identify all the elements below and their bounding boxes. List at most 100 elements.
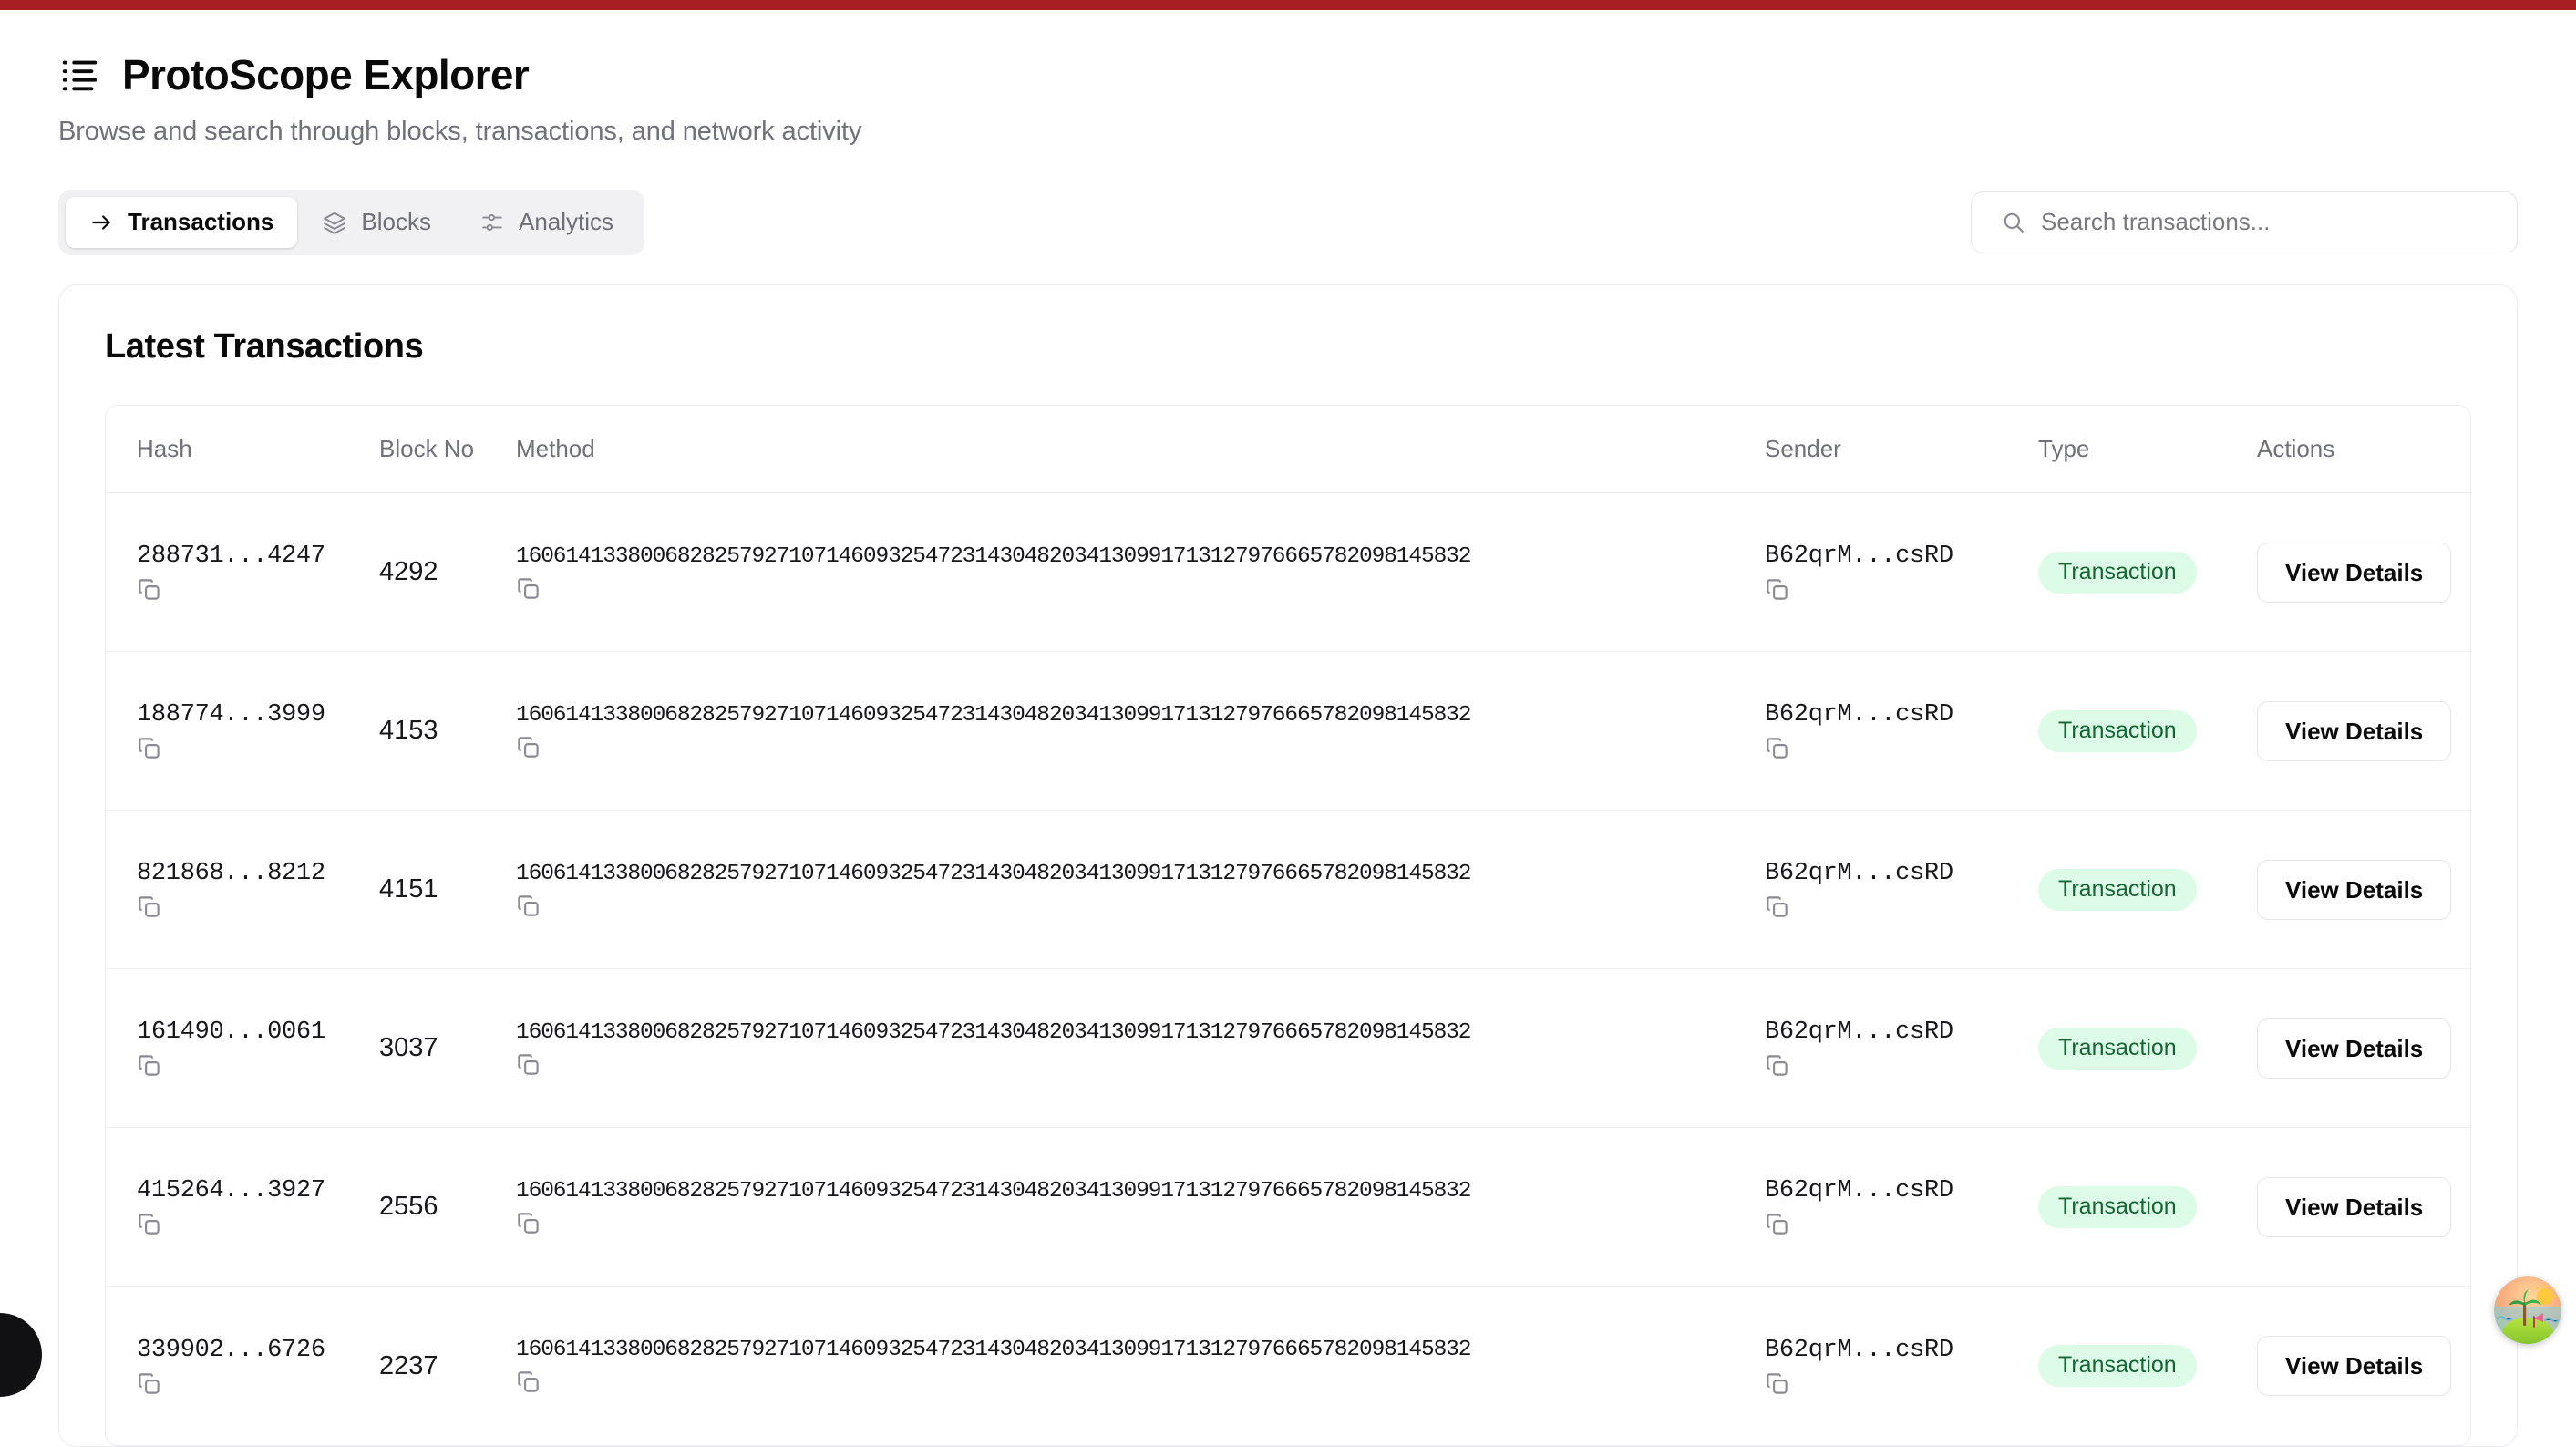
sender-value: B62qrM...csRD: [1765, 701, 1953, 729]
copy-icon[interactable]: [137, 894, 161, 919]
cell-actions: View Details: [2257, 968, 2470, 1129]
tab-blocks[interactable]: Blocks: [299, 197, 455, 248]
column-header-type: Type: [2038, 405, 2257, 494]
toolbar: Transactions Blocks Analytics Search tra…: [0, 189, 2576, 255]
method-value: 1606141338006828257927107146093254723143…: [516, 861, 1471, 886]
page-title: ProtoScope Explorer: [122, 51, 530, 98]
method-value: 1606141338006828257927107146093254723143…: [516, 702, 1471, 728]
column-header-hash: Hash: [106, 405, 379, 494]
table-row[interactable]: 188774...3999 4153 16061413380068282579271…: [106, 651, 2470, 811]
tab-analytics[interactable]: Analytics: [457, 197, 637, 248]
cell-type: Transaction: [2038, 1287, 2257, 1445]
cell-method: 1606141338006828257927107146093254723143…: [516, 1287, 1765, 1445]
sliders-icon: [480, 211, 504, 234]
cell-method: 1606141338006828257927107146093254723143…: [516, 1127, 1765, 1287]
transactions-card: Latest Transactions Hash Block No Method…: [58, 284, 2518, 1447]
view-details-button[interactable]: View Details: [2257, 859, 2452, 920]
copy-icon[interactable]: [516, 894, 541, 918]
cell-type: Transaction: [2038, 1127, 2257, 1287]
copy-icon[interactable]: [137, 736, 161, 760]
tab-transactions[interactable]: Transactions: [66, 196, 298, 248]
cell-type: Transaction: [2038, 492, 2257, 653]
hash-value: 415264...3927: [137, 1177, 325, 1205]
status-badge: Transaction: [2038, 1028, 2197, 1070]
hash-value: 188774...3999: [137, 701, 325, 729]
block-no-value: 2237: [379, 1350, 438, 1380]
cell-hash: 339902...6726: [106, 1287, 379, 1445]
table-head: Hash Block No Method Sender Type Actions: [106, 405, 2470, 494]
cell-hash: 161490...0061: [106, 968, 379, 1129]
page-header: ProtoScope Explorer Browse and search th…: [0, 10, 2576, 148]
cell-method: 1606141338006828257927107146093254723143…: [516, 651, 1765, 811]
copy-icon[interactable]: [516, 1211, 541, 1235]
status-badge: Transaction: [2038, 552, 2197, 594]
status-badge: Transaction: [2038, 869, 2197, 911]
cell-block-no: 4292: [379, 492, 516, 653]
column-header-sender: Sender: [1765, 405, 2038, 494]
card-title: Latest Transactions: [105, 326, 424, 366]
cell-method: 1606141338006828257927107146093254723143…: [516, 968, 1765, 1129]
copy-icon[interactable]: [137, 1212, 161, 1236]
cell-sender: B62qrM...csRD: [1765, 1127, 2038, 1287]
cell-block-no: 2237: [379, 1287, 516, 1445]
tab-label: Analytics: [518, 208, 614, 236]
cell-block-no: 4153: [379, 651, 516, 811]
copy-icon[interactable]: [1765, 1053, 1789, 1078]
table-row[interactable]: 339902...6726 2237 16061413380068282579271…: [106, 1287, 2470, 1445]
tab-label: Blocks: [361, 208, 431, 236]
cell-block-no: 3037: [379, 968, 516, 1129]
layers-icon: [323, 211, 346, 234]
copy-icon[interactable]: [516, 735, 541, 760]
column-header-block-no: Block No: [379, 405, 516, 494]
copy-icon[interactable]: [1765, 736, 1789, 760]
copy-icon[interactable]: [1765, 1212, 1789, 1236]
status-badge: Transaction: [2038, 710, 2197, 752]
cell-hash: 288731...4247: [106, 492, 379, 653]
copy-icon[interactable]: [137, 1053, 161, 1078]
method-value: 1606141338006828257927107146093254723143…: [516, 1019, 1471, 1045]
table-row[interactable]: 415264...3927 2556 16061413380068282579271…: [106, 1127, 2470, 1287]
copy-icon[interactable]: [516, 1052, 541, 1077]
view-details-button[interactable]: View Details: [2257, 1336, 2452, 1397]
search-input[interactable]: [1971, 191, 2518, 253]
cell-actions: View Details: [2257, 492, 2470, 653]
hash-value: 821868...8212: [137, 860, 325, 888]
copy-icon[interactable]: [1765, 894, 1789, 919]
method-value: 1606141338006828257927107146093254723143…: [516, 1178, 1471, 1204]
title-row: ProtoScope Explorer: [58, 54, 2576, 96]
block-no-value: 4153: [379, 716, 438, 746]
page-root: ProtoScope Explorer Browse and search th…: [0, 10, 2576, 1447]
column-header-method: Method: [516, 405, 1765, 494]
table-header-row: Hash Block No Method Sender Type Actions: [106, 405, 2470, 494]
cell-type: Transaction: [2038, 968, 2257, 1129]
view-details-button[interactable]: View Details: [2257, 542, 2452, 603]
copy-icon[interactable]: [1765, 577, 1789, 602]
table-row[interactable]: 288731...4247 4292 16061413380068282579271…: [106, 492, 2470, 653]
view-details-button[interactable]: View Details: [2257, 1018, 2452, 1079]
table-row[interactable]: 161490...0061 3037 16061413380068282579271…: [106, 968, 2470, 1129]
view-details-button[interactable]: View Details: [2257, 700, 2452, 761]
copy-icon[interactable]: [516, 1369, 541, 1394]
view-details-button[interactable]: View Details: [2257, 1176, 2452, 1237]
transactions-table: Hash Block No Method Sender Type Actions…: [106, 405, 2470, 1445]
hash-value: 161490...0061: [137, 1018, 325, 1047]
table-row[interactable]: 821868...8212 4151 16061413380068282579271…: [106, 810, 2470, 970]
cell-type: Transaction: [2038, 810, 2257, 970]
cell-type: Transaction: [2038, 651, 2257, 811]
cell-sender: B62qrM...csRD: [1765, 651, 2038, 811]
copy-icon[interactable]: [137, 1371, 161, 1396]
method-value: 1606141338006828257927107146093254723143…: [516, 1338, 1471, 1363]
cell-actions: View Details: [2257, 1287, 2470, 1445]
beach-island-emoji-icon[interactable]: [2494, 1276, 2561, 1344]
cell-sender: B62qrM...csRD: [1765, 492, 2038, 653]
top-accent-bar: [0, 0, 2576, 10]
cell-actions: View Details: [2257, 810, 2470, 970]
column-header-actions: Actions: [2257, 405, 2470, 494]
status-badge: Transaction: [2038, 1186, 2197, 1228]
cell-method: 1606141338006828257927107146093254723143…: [516, 492, 1765, 653]
copy-icon[interactable]: [1765, 1371, 1789, 1396]
copy-icon[interactable]: [516, 576, 541, 601]
cell-sender: B62qrM...csRD: [1765, 810, 2038, 970]
copy-icon[interactable]: [137, 577, 161, 602]
cell-sender: B62qrM...csRD: [1765, 1287, 2038, 1445]
